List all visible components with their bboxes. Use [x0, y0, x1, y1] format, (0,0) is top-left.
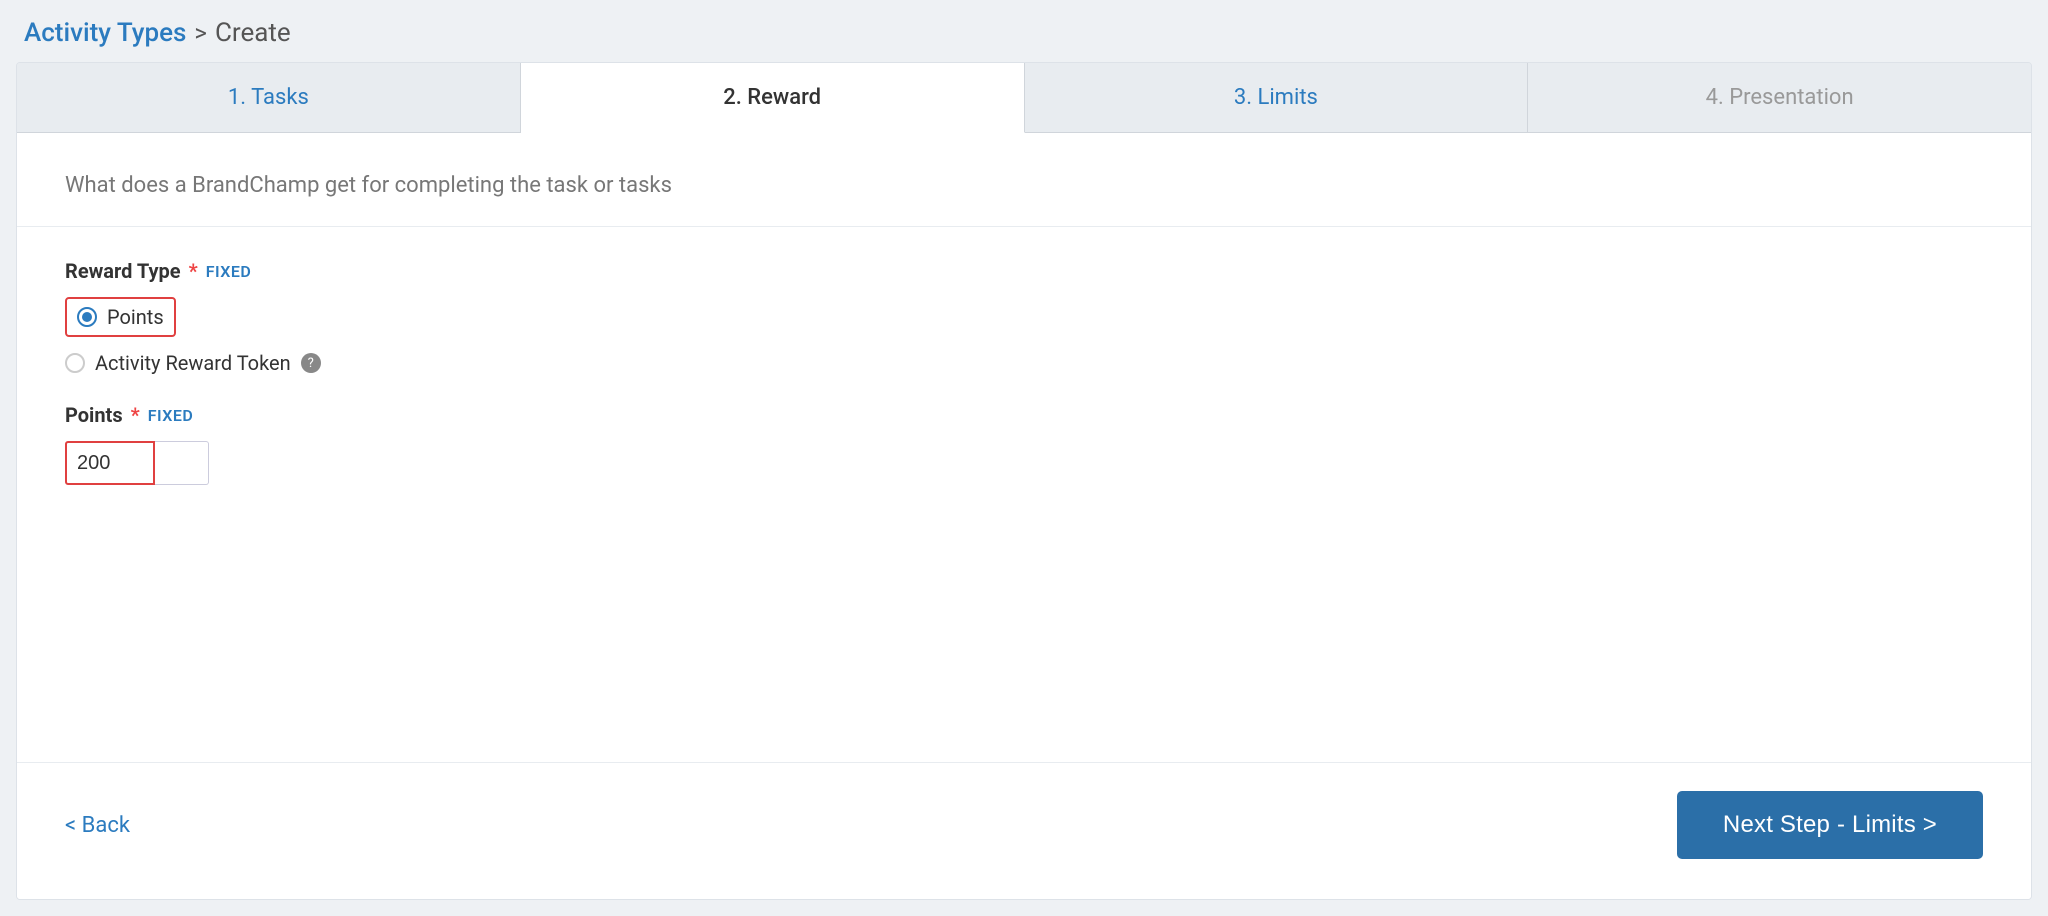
breadcrumb-current: Create — [215, 18, 291, 48]
tabs-bar: 1. Tasks 2. Reward 3. Limits 4. Presenta… — [17, 63, 2031, 133]
points-input[interactable] — [65, 441, 155, 485]
tab-reward[interactable]: 2. Reward — [521, 63, 1025, 133]
radio-token-circle — [65, 353, 85, 373]
reward-type-label: Reward Type * FIXED — [65, 259, 1983, 283]
help-icon[interactable]: ? — [301, 353, 321, 373]
radio-token-label: Activity Reward Token — [95, 351, 291, 375]
required-star: * — [189, 259, 198, 283]
radio-option-points[interactable]: Points — [65, 297, 1983, 337]
points-required-star: * — [131, 403, 140, 427]
radio-points-label: Points — [107, 305, 164, 329]
points-field: Points * FIXED — [65, 403, 1983, 485]
breadcrumb-link[interactable]: Activity Types — [24, 18, 186, 48]
bottom-actions: < Back Next Step - Limits > — [65, 763, 1983, 859]
tab-presentation[interactable]: 4. Presentation — [1528, 63, 2031, 132]
radio-option-token[interactable]: Activity Reward Token ? — [65, 351, 1983, 375]
content-area: What does a BrandChamp get for completin… — [17, 133, 2031, 899]
radio-highlighted[interactable]: Points — [65, 297, 176, 337]
content-description: What does a BrandChamp get for completin… — [65, 173, 1983, 198]
back-link[interactable]: < Back — [65, 813, 130, 838]
points-label: Points * FIXED — [65, 403, 1983, 427]
fixed-badge: FIXED — [206, 262, 252, 281]
next-step-button[interactable]: Next Step - Limits > — [1677, 791, 1983, 859]
main-container: 1. Tasks 2. Reward 3. Limits 4. Presenta… — [16, 62, 2032, 900]
tab-tasks[interactable]: 1. Tasks — [17, 63, 521, 132]
form-section: Reward Type * FIXED Points A — [65, 227, 1983, 485]
points-fixed-badge: FIXED — [148, 406, 194, 425]
points-input-extra — [155, 441, 209, 485]
points-input-row — [65, 441, 1983, 485]
radio-points-circle — [77, 307, 97, 327]
tab-limits[interactable]: 3. Limits — [1025, 63, 1529, 132]
reward-type-field: Reward Type * FIXED Points A — [65, 259, 1983, 375]
breadcrumb: Activity Types > Create — [0, 0, 2048, 62]
breadcrumb-separator: > — [194, 19, 207, 47]
